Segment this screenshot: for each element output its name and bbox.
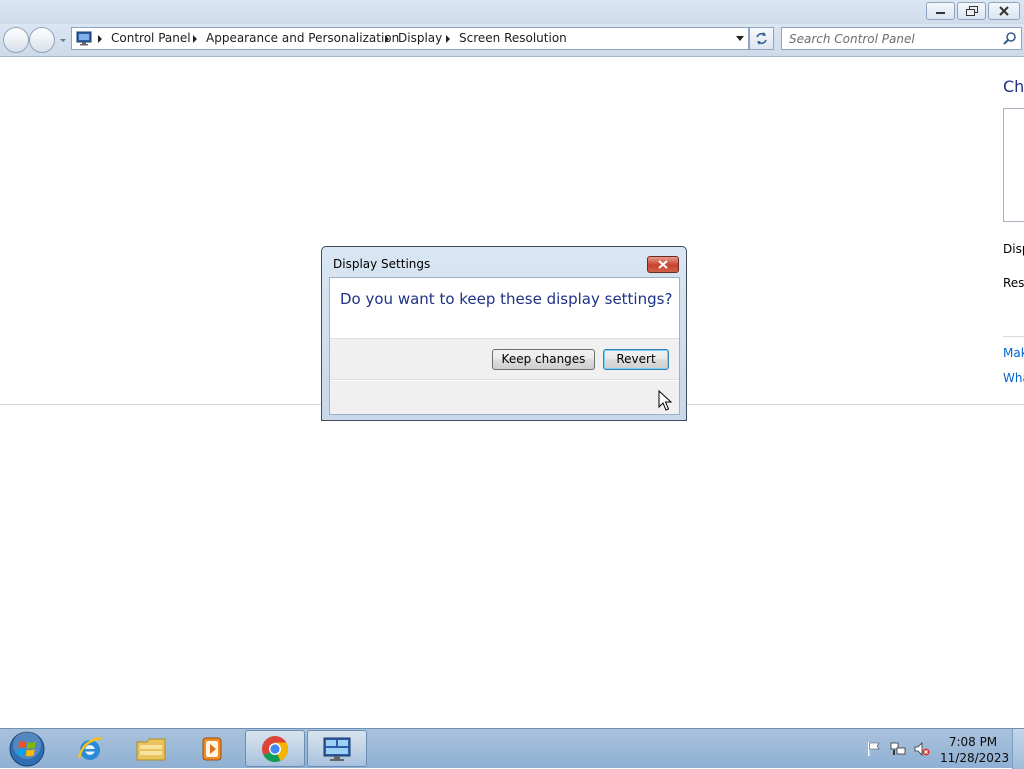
breadcrumb-display[interactable]: Display (398, 28, 442, 49)
recent-pages-dropdown-icon[interactable] (58, 34, 68, 46)
show-desktop-button[interactable] (1012, 729, 1024, 769)
breadcrumb-separator-icon[interactable] (193, 35, 197, 43)
refresh-button[interactable] (749, 27, 774, 50)
navigation-bar: Control Panel Appearance and Personaliza… (0, 24, 1024, 57)
mouse-pointer-icon (658, 390, 672, 411)
section-divider (1003, 336, 1024, 337)
back-button[interactable] (3, 27, 29, 53)
chrome-icon (262, 735, 289, 762)
page-title: Cha (1003, 77, 1024, 96)
search-box[interactable] (781, 27, 1022, 50)
breadcrumb-control-panel[interactable]: Control Panel (111, 28, 191, 49)
dialog-close-button[interactable] (647, 256, 679, 273)
monitor-preview[interactable] (1003, 108, 1024, 222)
display-label: Disp (1003, 242, 1024, 256)
breadcrumb-separator-icon[interactable] (98, 35, 102, 43)
keep-changes-button[interactable]: Keep changes (492, 349, 595, 370)
breadcrumb-appearance[interactable]: Appearance and Personalization (206, 28, 399, 49)
windows-logo-icon (9, 731, 45, 767)
taskbar-file-explorer[interactable] (121, 730, 181, 767)
control-panel-icon (323, 737, 351, 761)
display-settings-dialog: Display Settings Do you want to keep the… (321, 246, 687, 421)
dialog-button-area: Keep changes Revert (330, 338, 679, 380)
media-player-icon (202, 737, 222, 760)
control-panel-icon (76, 31, 92, 46)
dialog-title: Display Settings (333, 257, 431, 271)
address-dropdown-icon[interactable] (736, 36, 744, 41)
dialog-body: Do you want to keep these display settin… (329, 277, 680, 415)
restore-button[interactable] (957, 2, 986, 20)
network-icon[interactable] (890, 741, 906, 757)
taskbar-media-player[interactable] (182, 730, 242, 767)
what-display-settings-link[interactable]: Wha (1003, 371, 1024, 385)
refresh-icon (756, 32, 767, 45)
search-icon[interactable] (1002, 31, 1017, 46)
make-text-larger-link[interactable]: Mak (1003, 346, 1024, 360)
breadcrumb-screen-resolution[interactable]: Screen Resolution (459, 28, 567, 49)
close-icon (658, 260, 668, 269)
breadcrumb-separator-icon[interactable] (385, 35, 389, 43)
clock-date: 11/28/2023 (940, 751, 1010, 765)
restore-icon (965, 6, 978, 16)
system-clock[interactable]: 7:08 PM 11/28/2023 (940, 734, 1010, 766)
taskbar-control-panel[interactable] (307, 730, 367, 767)
internet-explorer-icon (77, 736, 103, 760)
window-titlebar (0, 0, 1024, 24)
revert-button[interactable]: Revert (603, 349, 669, 370)
dialog-question: Do you want to keep these display settin… (340, 290, 673, 308)
start-button[interactable] (6, 729, 48, 769)
close-button[interactable] (988, 2, 1020, 20)
resolution-label: Reso (1003, 276, 1024, 290)
taskbar-internet-explorer[interactable] (60, 730, 120, 767)
action-center-flag-icon[interactable] (866, 741, 882, 757)
forward-button[interactable] (29, 27, 55, 53)
file-explorer-icon (136, 738, 166, 760)
close-icon (999, 6, 1009, 16)
search-input[interactable] (782, 28, 997, 49)
breadcrumb-separator-icon[interactable] (446, 35, 450, 43)
address-bar[interactable]: Control Panel Appearance and Personaliza… (71, 27, 749, 50)
taskbar-chrome[interactable] (245, 730, 305, 767)
minimize-button[interactable] (926, 2, 955, 20)
volume-muted-icon[interactable] (914, 741, 930, 757)
dialog-footer (330, 381, 679, 414)
taskbar: 7:08 PM 11/28/2023 (0, 728, 1024, 769)
minimize-icon (936, 12, 945, 14)
clock-time: 7:08 PM (948, 735, 998, 749)
